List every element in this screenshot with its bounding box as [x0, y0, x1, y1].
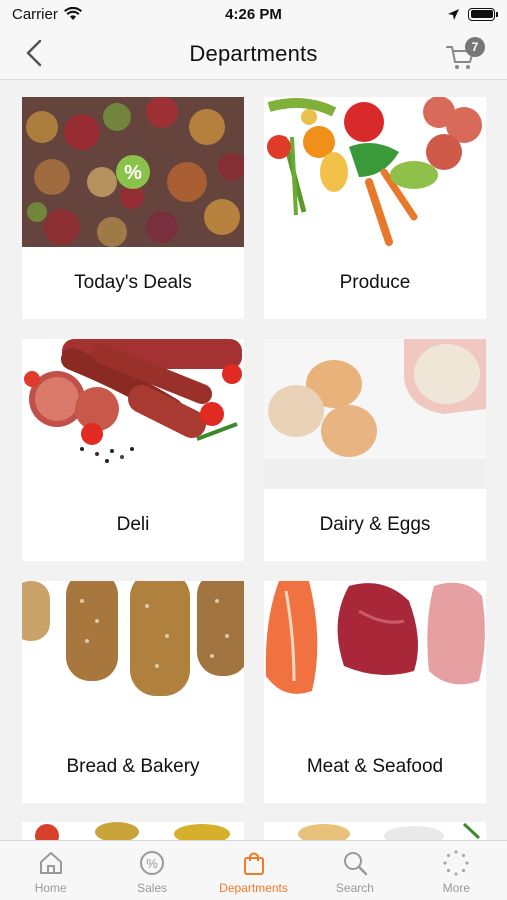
svg-text:%: %: [146, 856, 158, 871]
cart-badge: 7: [465, 37, 485, 57]
tab-departments[interactable]: Departments: [203, 841, 304, 900]
location-arrow-icon: [448, 8, 459, 20]
tab-bar: Home % Sales Departments Search More: [0, 840, 507, 900]
sales-icon: %: [140, 851, 165, 875]
tab-sales[interactable]: % Sales: [101, 841, 202, 900]
produce-image: [264, 97, 486, 247]
tab-label: Search: [335, 881, 374, 895]
battery-icon: [468, 7, 498, 21]
department-card-partial-left[interactable]: [22, 822, 244, 842]
tab-more[interactable]: More: [406, 841, 507, 900]
department-card-deli[interactable]: Deli: [22, 339, 244, 561]
tab-search[interactable]: Search: [304, 841, 405, 900]
tab-label: More: [442, 881, 470, 895]
tab-label: Departments: [219, 881, 288, 895]
department-card-todays-deals[interactable]: % Today's Deals: [22, 97, 244, 319]
cart-button[interactable]: 7: [445, 37, 485, 71]
department-card-meat-seafood[interactable]: Meat & Seafood: [264, 581, 486, 803]
department-label: Bread & Bakery: [66, 756, 200, 777]
status-left: Carrier: [12, 6, 82, 23]
department-label: Deli: [116, 514, 150, 535]
partial-row: [22, 822, 487, 842]
department-card-produce[interactable]: Produce: [264, 97, 486, 319]
todays-deals-image: %: [22, 97, 244, 247]
more-icon: [443, 850, 469, 876]
wifi-icon: [63, 7, 82, 20]
department-label: Produce: [339, 272, 411, 293]
search-icon: [343, 852, 368, 876]
home-icon: [39, 852, 62, 874]
bag-icon: [243, 852, 264, 875]
department-label: Dairy & Eggs: [319, 514, 431, 535]
department-card-dairy-eggs[interactable]: Dairy & Eggs: [264, 339, 486, 561]
dairy-eggs-image: [264, 339, 486, 489]
department-card-partial-right[interactable]: [264, 822, 486, 842]
status-right: [447, 7, 498, 21]
carrier-label: Carrier: [12, 5, 58, 23]
status-bar: Carrier 4:26 PM: [0, 0, 507, 28]
tab-label: Home: [34, 881, 67, 895]
tab-home[interactable]: Home: [0, 841, 101, 900]
department-label: Meat & Seafood: [306, 756, 444, 777]
svg-text:%: %: [124, 162, 142, 184]
tab-label: Sales: [137, 881, 168, 895]
departments-grid: % Today's Deals Produce Deli Dairy & Egg…: [22, 97, 487, 803]
department-label: Today's Deals: [74, 272, 192, 293]
department-card-bread-bakery[interactable]: Bread & Bakery: [22, 581, 244, 803]
page-title: Departments: [189, 40, 318, 66]
bread-bakery-image: [22, 581, 244, 731]
back-button[interactable]: [20, 38, 50, 68]
meat-seafood-image: [264, 581, 486, 731]
deli-image: [22, 339, 244, 489]
nav-bar: Departments 7: [0, 28, 507, 80]
